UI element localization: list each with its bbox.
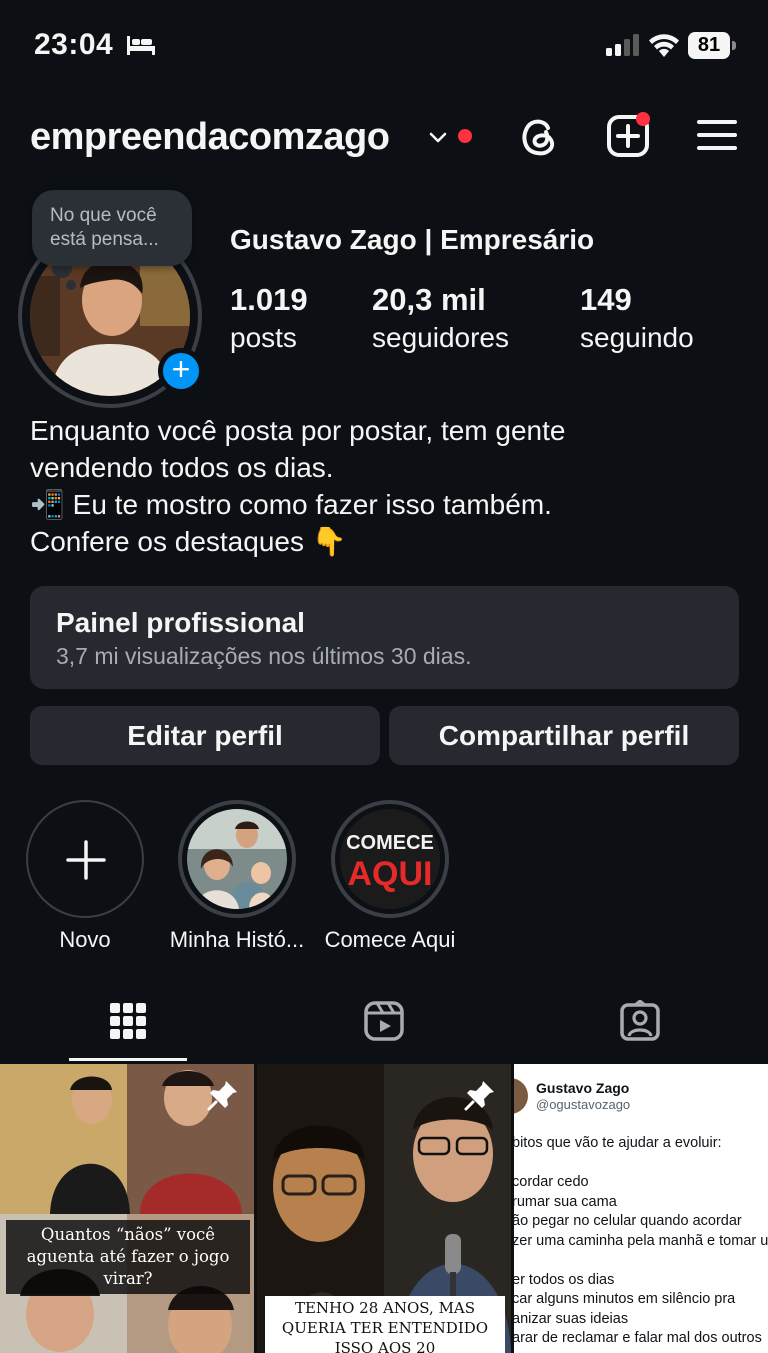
tweet-avatar <box>514 1078 528 1114</box>
bio-line: vendendo todos os dias. <box>30 452 334 483</box>
highlight-label: Comece Aqui <box>324 927 456 952</box>
account-username[interactable]: empreendacomzago <box>30 116 390 159</box>
stat-followers-label: seguidores <box>372 322 509 353</box>
battery-level: 81 <box>688 32 730 59</box>
post-caption: Quantos “nãos” você aguenta até fazer o … <box>6 1220 250 1294</box>
cellular-signal-icon <box>606 34 639 56</box>
post-thumbnail[interactable]: Gustavo Zago @ogustavozago bitos que vão… <box>514 1064 768 1353</box>
highlight-label: Minha Histó... <box>169 927 305 952</box>
active-tab-indicator <box>69 1058 187 1061</box>
tweet-line: bitos que vão te ajudar a evoluir: <box>514 1135 722 1151</box>
chevron-down-icon[interactable] <box>428 128 448 148</box>
profile-tabs <box>0 990 768 1064</box>
dashboard-title: Painel profissional <box>56 607 305 638</box>
stat-posts-value: 1.019 <box>230 282 308 317</box>
stat-posts-label: posts <box>230 322 297 353</box>
share-profile-button[interactable]: Compartilhar perfil <box>389 706 739 765</box>
tweet-line: cordar cedo <box>514 1174 589 1190</box>
pin-icon <box>207 1081 237 1111</box>
highlight-cover[interactable]: COMECE AQUI <box>331 800 449 918</box>
highlight-minha-historia[interactable]: Minha Histó... <box>162 800 312 954</box>
grid-icon <box>110 1003 146 1039</box>
sleep-focus-icon <box>127 36 155 55</box>
highlight-new[interactable]: Novo <box>10 800 160 954</box>
tweet-line: anizar suas ideias <box>514 1310 629 1327</box>
stat-posts[interactable]: 1.019 posts <box>230 282 308 358</box>
note-bubble[interactable]: No que você está pensa... <box>32 190 192 266</box>
tweet-line: ão pegar no celular quando acordar <box>514 1213 742 1229</box>
account-notification-dot <box>458 129 472 143</box>
tweet-line: arar de reclamar e falar mal dos outros <box>514 1330 762 1346</box>
highlight-label: Novo <box>59 927 111 952</box>
reels-icon <box>364 1001 404 1041</box>
post-caption: TENHO 28 ANOS, MAS QUERIA TER ENTENDIDO … <box>265 1296 505 1353</box>
highlight-cover-text: COMECE <box>346 832 434 854</box>
tagged-icon <box>620 1000 660 1041</box>
tweet-author-handle: @ogustavozago <box>536 1097 631 1112</box>
plus-icon <box>66 840 106 880</box>
bio-line: Enquanto você posta por postar, tem gent… <box>30 415 566 446</box>
tweet-author-name: Gustavo Zago <box>536 1080 630 1096</box>
battery-tip <box>732 41 736 50</box>
tweet-line: car alguns minutos em silêncio pra <box>514 1291 736 1307</box>
tweet-line-gap <box>514 1251 768 1271</box>
highlight-new-circle[interactable] <box>26 800 144 918</box>
dashboard-subtitle: 3,7 mi visualizações nos últimos 30 dias… <box>56 643 472 669</box>
professional-dashboard[interactable]: Painel profissional 3,7 mi visualizações… <box>30 586 739 689</box>
bio: Enquanto você posta por postar, tem gent… <box>30 412 750 560</box>
status-time: 23:04 <box>34 28 114 61</box>
stat-followers[interactable]: 20,3 mil seguidores <box>372 282 509 358</box>
tweet-line: zer uma caminha pela manhã e tomar u <box>514 1232 768 1249</box>
highlight-cover[interactable] <box>178 800 296 918</box>
edit-profile-button[interactable]: Editar perfil <box>30 706 380 765</box>
stat-followers-value: 20,3 mil <box>372 282 486 317</box>
wifi-icon <box>649 34 679 57</box>
bio-line: 📲 Eu te mostro como fazer isso também. <box>30 489 552 520</box>
post-thumbnail[interactable]: TENHO 28 ANOS, MAS QUERIA TER ENTENDIDO … <box>257 1064 511 1353</box>
battery-indicator: 81 <box>688 32 736 59</box>
status-bar: 23:04 81 <box>0 0 768 92</box>
stat-following-value: 149 <box>580 282 632 317</box>
highlight-cover-text: AQUI <box>348 855 433 893</box>
bio-line: Confere os destaques 👇 <box>30 526 347 557</box>
tweet-line-gap <box>514 1154 768 1174</box>
pin-icon <box>464 1081 494 1111</box>
highlight-cover-image <box>187 809 287 909</box>
highlight-comece-aqui[interactable]: COMECE AQUI Comece Aqui <box>315 800 465 954</box>
tweet-line: rumar sua cama <box>514 1193 617 1210</box>
threads-icon[interactable] <box>518 114 560 160</box>
menu-icon[interactable] <box>697 118 737 152</box>
profile-header: empreendacomzago <box>0 108 768 168</box>
tab-tagged[interactable] <box>512 990 768 1062</box>
post-thumbnail[interactable]: Quantos “nãos” você aguenta até fazer o … <box>0 1064 254 1353</box>
stat-following-label: seguindo <box>580 322 694 353</box>
highlight-cover-image: COMECE AQUI <box>340 809 440 909</box>
add-story-button[interactable]: + <box>158 348 204 394</box>
create-notification-dot <box>636 112 650 126</box>
tweet-body: bitos que vão te ajudar a evoluir: corda… <box>514 1134 768 1349</box>
tab-reels[interactable] <box>256 990 512 1062</box>
display-name: Gustavo Zago | Empresário <box>230 224 595 255</box>
tab-posts-grid[interactable] <box>0 990 256 1062</box>
stat-following[interactable]: 149 seguindo <box>580 282 694 358</box>
tweet-line: er todos os dias <box>514 1271 615 1288</box>
posts-grid: Quantos “nãos” você aguenta até fazer o … <box>0 1064 768 1353</box>
note-bubble-tail-small <box>66 280 76 290</box>
